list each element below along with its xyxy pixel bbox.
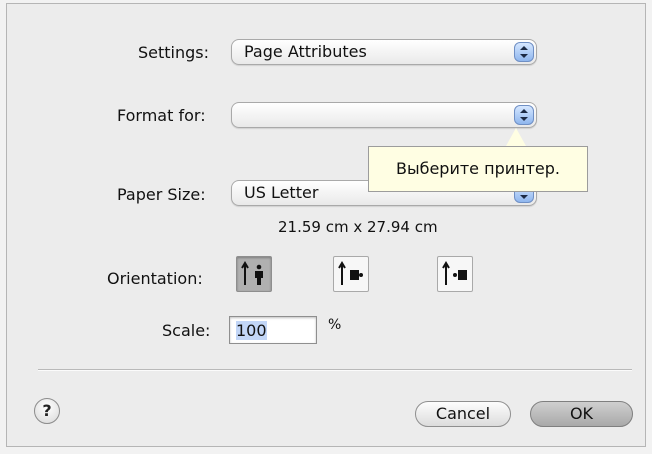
popup-arrows-icon <box>514 42 534 62</box>
orientation-label: Orientation: <box>107 269 203 288</box>
scale-label: Scale: <box>162 321 211 340</box>
orientation-landscape-left-button[interactable] <box>333 256 369 292</box>
paper-size-label: Paper Size: <box>117 185 206 204</box>
portrait-orientation-icon <box>241 261 263 285</box>
settings-value: Page Attributes <box>244 42 367 61</box>
landscape-right-orientation-icon <box>442 261 467 285</box>
paper-size-value: US Letter <box>244 183 319 202</box>
settings-popup[interactable]: Page Attributes <box>231 39 537 65</box>
help-button[interactable]: ? <box>34 398 60 424</box>
tooltip-pointer <box>506 128 526 146</box>
scale-input[interactable]: 100 <box>229 316 317 344</box>
ok-button[interactable]: OK <box>530 401 633 427</box>
cancel-button[interactable]: Cancel <box>415 401 511 427</box>
separator <box>38 369 632 371</box>
orientation-landscape-right-button[interactable] <box>437 256 473 292</box>
format-for-popup[interactable] <box>231 102 537 128</box>
landscape-left-orientation-icon <box>338 261 363 285</box>
format-for-label: Format for: <box>117 106 206 125</box>
scale-value: 100 <box>236 321 267 340</box>
paper-dimensions: 21.59 cm x 27.94 cm <box>278 218 438 236</box>
settings-label: Settings: <box>138 43 210 62</box>
popup-arrows-icon <box>514 105 534 125</box>
orientation-portrait-button[interactable] <box>236 256 272 292</box>
tooltip: Выберите принтер. <box>368 146 588 192</box>
scale-unit: % <box>328 317 342 333</box>
